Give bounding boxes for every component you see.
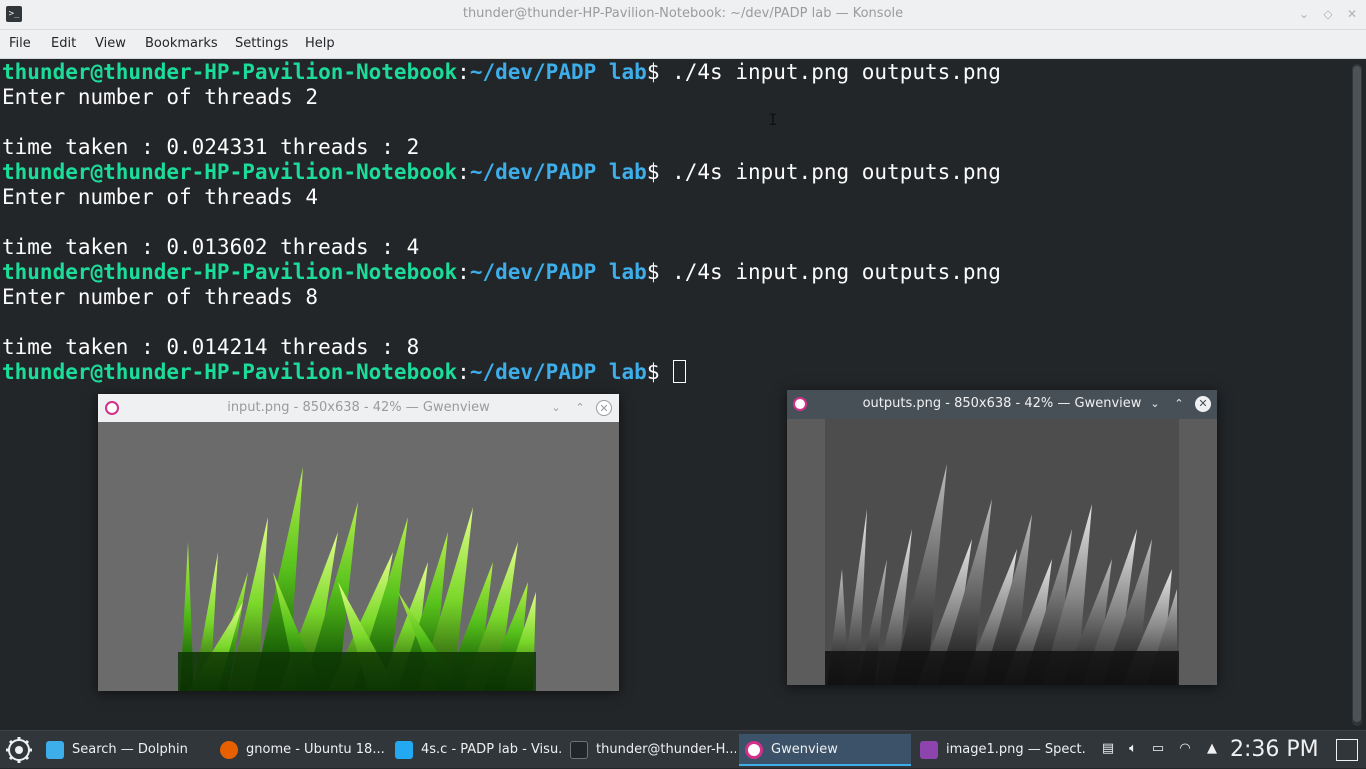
output-line: time taken : 0.013602 threads : 4 bbox=[2, 235, 420, 259]
output-line: time taken : 0.024331 threads : 2 bbox=[2, 135, 420, 159]
show-desktop-icon[interactable] bbox=[1336, 739, 1358, 761]
prompt-line: thunder@thunder-HP-Pavilion-Notebook:~/d… bbox=[2, 60, 1001, 84]
minimize-icon[interactable]: ⌄ bbox=[1296, 6, 1312, 22]
window-title: thunder@thunder-HP-Pavilion-Notebook: ~/… bbox=[462, 6, 904, 21]
output-line: Enter number of threads 2 bbox=[2, 85, 319, 109]
minimize-icon[interactable]: ⌄ bbox=[1147, 396, 1163, 412]
tray-expand-icon[interactable]: ▲ bbox=[1204, 741, 1220, 757]
text-cursor bbox=[673, 360, 687, 383]
task-vscode[interactable]: 4s.c - PADP lab - Visu... bbox=[389, 734, 561, 766]
menu-file[interactable]: File bbox=[9, 36, 31, 51]
gwenview-input-titlebar[interactable]: input.png - 850x638 - 42% — Gwenview ⌄ ⌃… bbox=[98, 394, 619, 422]
mouse-ibeam-icon: I bbox=[768, 110, 778, 129]
output-line: Enter number of threads 4 bbox=[2, 185, 319, 209]
task-firefox[interactable]: gnome - Ubuntu 18.... bbox=[214, 734, 386, 766]
gwenview-input-window: input.png - 850x638 - 42% — Gwenview ⌄ ⌃… bbox=[98, 394, 619, 691]
window-titlebar[interactable]: >_ thunder@thunder-HP-Pavilion-Notebook:… bbox=[0, 0, 1366, 30]
menu-view[interactable]: View bbox=[95, 36, 126, 51]
keep-above-icon[interactable]: ◇ bbox=[1320, 6, 1336, 22]
green-grass-image[interactable] bbox=[98, 422, 619, 691]
dolphin-icon bbox=[46, 741, 64, 759]
close-icon[interactable]: ✕ bbox=[596, 400, 612, 416]
maximize-icon[interactable]: ⌃ bbox=[572, 400, 588, 416]
clipboard-icon[interactable]: ▤ bbox=[1100, 741, 1116, 757]
gwenview-icon bbox=[745, 741, 763, 759]
spectacle-icon bbox=[920, 741, 938, 759]
wifi-icon[interactable]: ◠ bbox=[1177, 741, 1193, 757]
menu-bookmarks[interactable]: Bookmarks bbox=[145, 36, 218, 51]
close-icon[interactable]: ✕ bbox=[1195, 396, 1211, 412]
application-launcher-icon[interactable] bbox=[4, 735, 34, 765]
task-konsole[interactable]: thunder@thunder-H... bbox=[564, 734, 736, 766]
menu-settings[interactable]: Settings bbox=[235, 36, 288, 51]
output-line: time taken : 0.014214 threads : 8 bbox=[2, 335, 420, 359]
grayscale-grass-image[interactable] bbox=[787, 419, 1217, 685]
gwenview-output-titlebar[interactable]: outputs.png - 850x638 - 42% — Gwenview ⌄… bbox=[787, 390, 1217, 419]
menu-edit[interactable]: Edit bbox=[51, 36, 76, 51]
vscode-icon bbox=[395, 741, 413, 759]
firefox-icon bbox=[220, 741, 238, 759]
task-gwenview[interactable]: Gwenview bbox=[739, 734, 911, 766]
menu-help[interactable]: Help bbox=[305, 36, 335, 51]
menubar: File Edit View Bookmarks Settings Help bbox=[0, 30, 1366, 59]
current-prompt-line: thunder@thunder-HP-Pavilion-Notebook:~/d… bbox=[2, 360, 687, 385]
output-line: Enter number of threads 8 bbox=[2, 285, 319, 309]
clock[interactable]: 2:36 PM bbox=[1230, 731, 1319, 769]
minimize-icon[interactable]: ⌄ bbox=[548, 400, 564, 416]
prompt-line: thunder@thunder-HP-Pavilion-Notebook:~/d… bbox=[2, 160, 1001, 184]
task-dolphin[interactable]: Search — Dolphin bbox=[40, 734, 212, 766]
volume-icon[interactable]: 🔈︎ bbox=[1125, 741, 1141, 757]
close-icon[interactable]: ✕ bbox=[1344, 6, 1360, 22]
konsole-icon bbox=[570, 741, 588, 759]
scrollbar[interactable] bbox=[1352, 64, 1362, 726]
taskbar: Search — Dolphin gnome - Ubuntu 18.... 4… bbox=[0, 730, 1366, 768]
gwenview-input-title: input.png - 850x638 - 42% — Gwenview bbox=[227, 400, 490, 415]
battery-icon[interactable]: ▭ bbox=[1150, 741, 1166, 757]
prompt-line: thunder@thunder-HP-Pavilion-Notebook:~/d… bbox=[2, 260, 1001, 284]
scrollbar-thumb[interactable] bbox=[1353, 66, 1361, 722]
maximize-icon[interactable]: ⌃ bbox=[1171, 396, 1187, 412]
gwenview-output-window: outputs.png - 850x638 - 42% — Gwenview ⌄… bbox=[787, 390, 1217, 685]
task-spectacle[interactable]: image1.png — Spect... bbox=[914, 734, 1086, 766]
